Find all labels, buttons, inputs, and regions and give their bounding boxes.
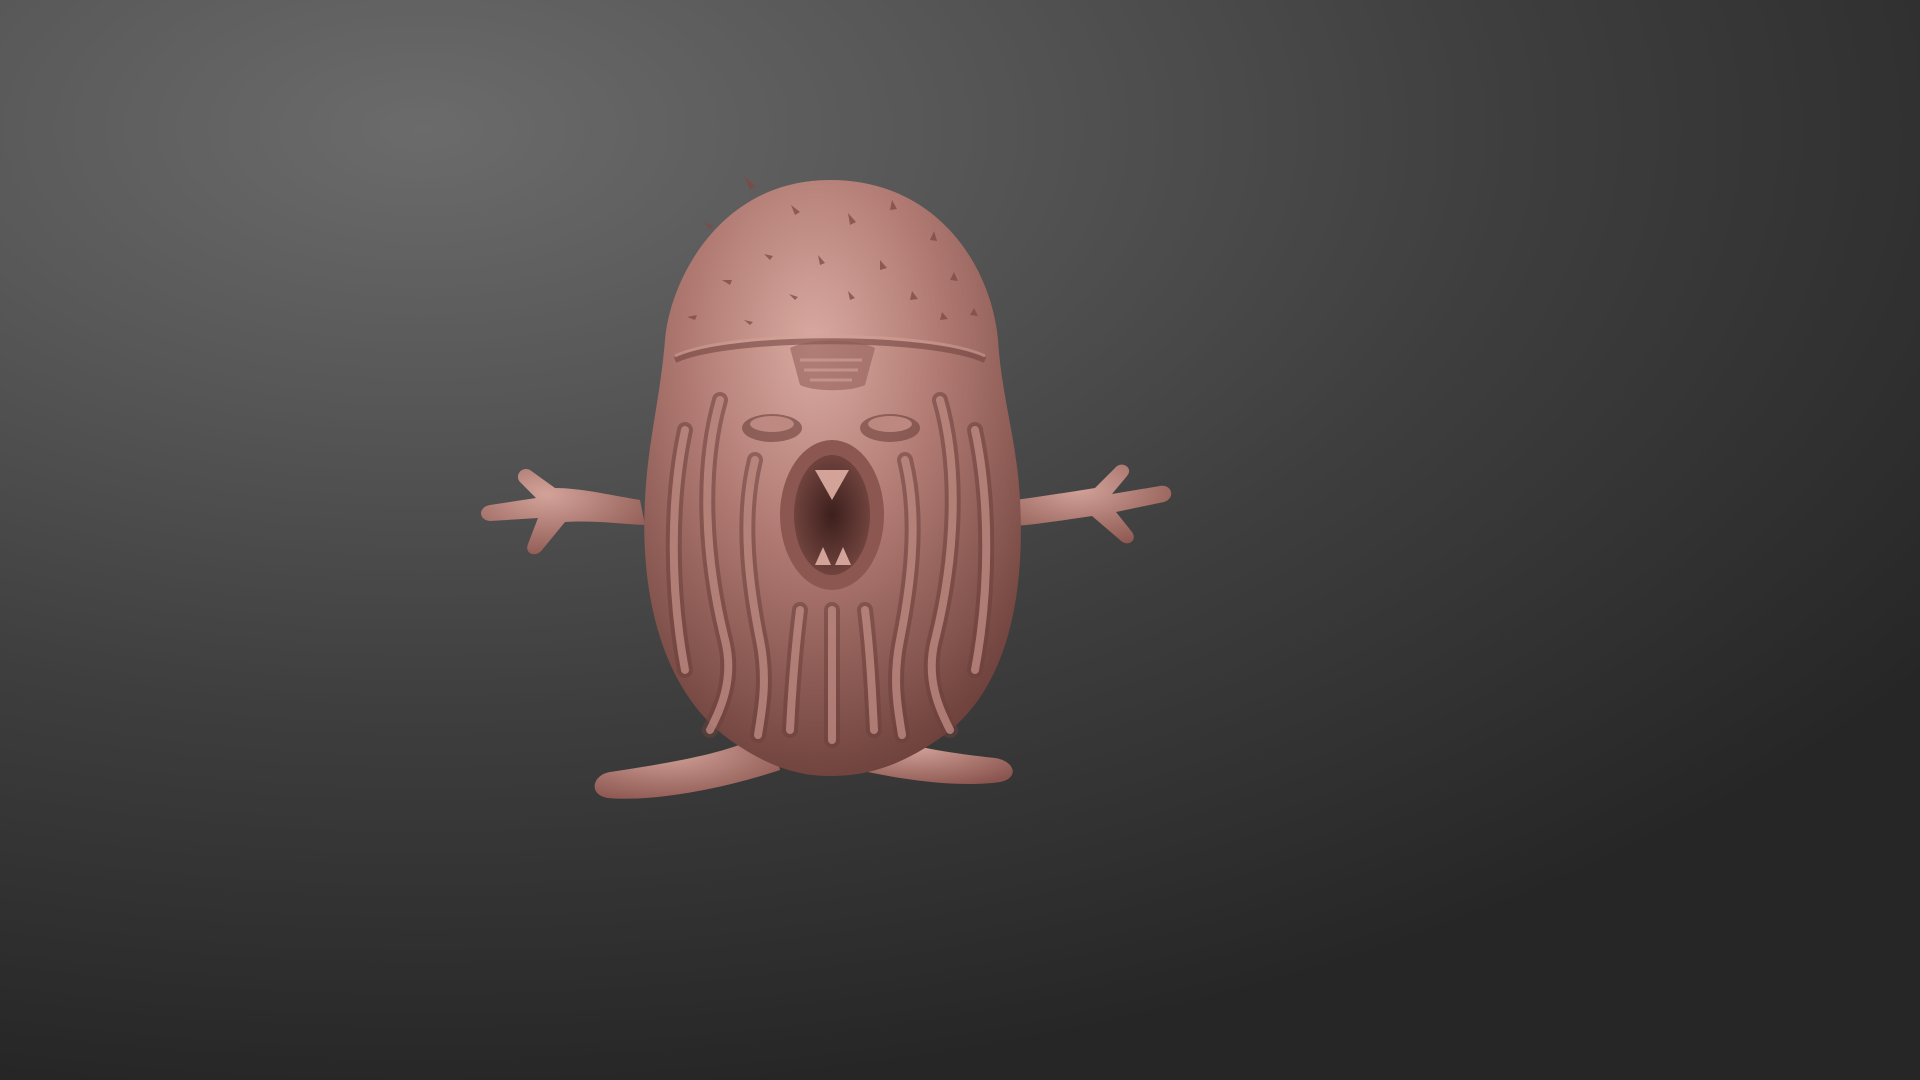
- 3d-viewport[interactable]: [0, 0, 1920, 1080]
- sculpted-creature-model[interactable]: [470, 170, 1190, 890]
- mouth: [780, 440, 884, 590]
- forehead-emblem: [790, 340, 875, 391]
- left-arm: [481, 469, 645, 555]
- right-arm: [1015, 464, 1172, 544]
